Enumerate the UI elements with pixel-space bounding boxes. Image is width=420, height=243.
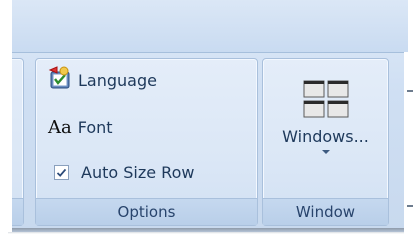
edge-mark xyxy=(407,205,413,207)
ribbon: Language Aa Font Auto Size Row Options W… xyxy=(0,0,408,232)
chevron-down-icon xyxy=(321,150,330,154)
options-group: Language Aa Font Auto Size Row Options xyxy=(35,58,258,226)
window-tiles-icon xyxy=(302,79,350,119)
auto-size-row-checkbox[interactable]: Auto Size Row xyxy=(48,159,194,185)
options-group-label: Options xyxy=(36,198,257,225)
auto-size-row-label: Auto Size Row xyxy=(81,162,195,182)
font-button[interactable]: Aa Font xyxy=(48,114,113,140)
edge-mark xyxy=(407,90,413,92)
checkbox-checked-icon[interactable] xyxy=(54,164,69,180)
torn-left-edge xyxy=(0,0,12,232)
ribbon-tab-strip xyxy=(0,0,408,53)
language-icon xyxy=(48,66,72,94)
language-button[interactable]: Language xyxy=(48,66,157,94)
bottom-shadow xyxy=(8,228,410,234)
font-label: Font xyxy=(77,117,113,137)
windows-button-label: Windows... xyxy=(282,127,369,146)
ribbon-screenshot: Language Aa Font Auto Size Row Options W… xyxy=(0,0,420,243)
font-aa-icon: Aa xyxy=(48,116,72,138)
window-group-label: Window xyxy=(263,198,388,225)
window-group: Windows... Window xyxy=(262,58,389,226)
language-label: Language xyxy=(78,70,157,90)
windows-dropdown-button[interactable]: Windows... xyxy=(263,71,388,191)
